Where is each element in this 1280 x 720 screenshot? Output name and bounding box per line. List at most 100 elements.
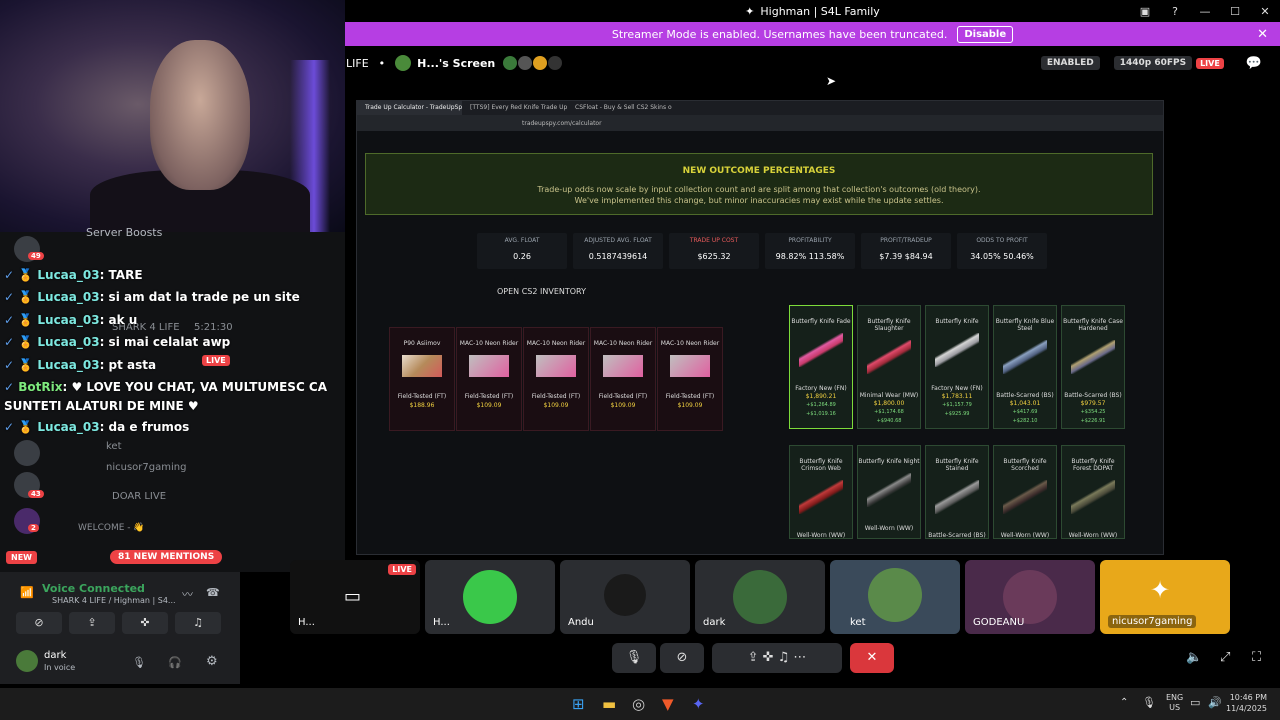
disable-button[interactable]: Disable [957,25,1014,43]
voice-panel: 📶 Voice Connected SHARK 4 LIFE / Highman… [0,572,240,684]
outcome-knife[interactable]: Butterfly Knife Blue Steel Battle-Scarred… [993,305,1057,429]
help-icon[interactable]: ? [1160,5,1190,18]
banner-text: We've implemented this change, but minor… [574,196,944,205]
participant-tile[interactable]: ✦ nicusor7gaming [1100,560,1230,634]
activities-button[interactable]: ✜ [122,612,168,634]
participant-tile[interactable]: ▭ LIVE H... [290,560,420,634]
browser-tab[interactable]: CSFloat - Buy & Sell CS2 Skins on the [567,101,672,115]
window-title: Highman | S4L Family [760,4,880,18]
minimize-button[interactable]: — [1190,5,1220,18]
chat-overlay: Server Boosts 49 SHARK 4 LIFE 5:21:30 LI… [0,226,345,572]
participant-tile[interactable]: GODEANU [965,560,1095,634]
member-ket[interactable]: ket [106,441,122,452]
tray-chevron-icon[interactable]: ⌃ [1120,697,1128,708]
participant-tile[interactable]: dark [695,560,825,634]
mic-icon[interactable]: 🎙 [132,656,146,669]
screen-share-button[interactable]: ⇪ [69,612,115,634]
quality-badge[interactable]: 1440p 60FPS [1113,56,1193,70]
banner-title: NEW OUTCOME PERCENTAGES [682,166,836,176]
participant-avatar [463,570,517,624]
outcome-knife[interactable]: Butterfly Knife Night Well-Worn (WW) [857,445,921,539]
stat-profitability: PROFITABILITY 98.82% 113.58% [765,233,855,269]
browser-tab[interactable]: Trade Up Calculator - TradeUpSpy [357,101,462,115]
outcome-knife[interactable]: Butterfly Knife Scorched Well-Worn (WW) [993,445,1057,539]
chrome-icon[interactable]: ◎ [632,695,645,713]
mic-button[interactable]: 🎙 [612,643,656,673]
separator-dot: • [378,56,386,70]
outcome-knife[interactable]: Butterfly Knife Slaughter Minimal Wear (M… [857,305,921,429]
camera-off-button[interactable]: ⊘ [660,643,704,673]
language-indicator[interactable]: ENG US [1166,693,1183,713]
discord-taskbar-icon[interactable]: ✦ [692,695,705,713]
doar-live-channel[interactable]: DOAR LIVE [112,491,166,502]
participant-avatar [733,570,787,624]
mic-tray-icon[interactable]: 🎙 [1142,696,1156,709]
volume-icon[interactable]: 🔈 [1186,650,1202,665]
input-skin[interactable]: MAC-10 Neon Rider Field-Tested (FT) $109.0… [590,327,656,431]
popout-icon[interactable]: ⤢ [1220,650,1230,665]
new-badge[interactable]: NEW [6,551,37,564]
inbox-icon[interactable]: ▣ [1130,5,1160,18]
server-boosts[interactable]: Server Boosts [86,226,162,239]
close-icon[interactable]: ✕ [1257,27,1268,42]
fullscreen-icon[interactable]: ⛶ [1252,650,1261,665]
close-button[interactable]: ✕ [1250,5,1280,18]
screen-share-button[interactable]: ⇪ ✜ ♫ ⋯ [712,643,842,673]
streamer-banner-text: Streamer Mode is enabled. Usernames have… [611,27,948,41]
clock[interactable]: 10:46 PM 11/4/2025 [1226,692,1267,714]
signal-icon[interactable]: 📶 [20,586,34,599]
stat-adjusted-float: ADJUSTED AVG. FLOAT 0.5187439614 [573,233,663,269]
maximize-button[interactable]: ☐ [1220,5,1250,18]
stat-avg-float: AVG. FLOAT 0.26 [477,233,567,269]
chat-message: ✓ 🏅 Lucaa_03: pt asta [4,358,157,372]
mention-badge: 43 [28,490,44,498]
discord-icon: ✦ [745,4,755,18]
outcome-knife[interactable]: Butterfly Knife Factory New (FN) $1,783.11… [925,305,989,429]
outcome-knife[interactable]: Butterfly Knife Crimson Web Well-Worn (WW… [789,445,853,539]
user-avatar[interactable] [16,650,38,672]
chat-message: ✓ 🏅 Lucaa_03: si am dat la trade pe un s… [4,290,300,304]
webcam-feed [0,0,345,232]
user-avatar [395,55,412,71]
chat-message: ✓ 🏅 Lucaa_03: TARE [4,268,143,282]
network-icon[interactable]: ▭ [1190,696,1200,709]
windows-start-icon[interactable]: ⊞ [572,695,585,713]
brave-icon[interactable]: ▼ [662,695,674,713]
input-skin[interactable]: MAC-10 Neon Rider Field-Tested (FT) $109.0… [657,327,723,431]
volume-tray-icon[interactable]: 🔊 [1208,696,1222,709]
file-explorer-icon[interactable]: ▬ [602,695,616,713]
browser-tab[interactable]: [TTS9] Every Red Knife Trade Up [462,101,567,115]
outcome-knife[interactable]: Butterfly Knife Case Hardened Battle-Scar… [1061,305,1125,429]
participant-tile[interactable]: H... [425,560,555,634]
server-avatar[interactable] [14,440,40,466]
live-badge: LIVE [388,564,416,575]
chat-icon[interactable]: 💬 [1246,56,1262,71]
username: dark [44,650,67,661]
disconnect-icon[interactable]: ☎ [206,586,220,599]
soundboard-button[interactable]: ♫ [175,612,221,634]
open-inventory-button[interactable]: OPEN CS2 INVENTORY [497,287,586,296]
banner-text: Trade-up odds now scale by input collect… [537,185,981,194]
outcome-knife[interactable]: Butterfly Knife Stained Battle-Scarred (B… [925,445,989,539]
leave-call-button[interactable]: ✕ [850,643,894,673]
input-skin[interactable]: MAC-10 Neon Rider Field-Tested (FT) $109.0… [523,327,589,431]
tradeup-stats: AVG. FLOAT 0.26 ADJUSTED AVG. FLOAT 0.5187… [477,233,1047,271]
welcome-category[interactable]: WELCOME - 👋 [78,523,145,533]
member-nicusor[interactable]: nicusor7gaming [106,462,186,473]
chat-message: ✓ 🏅 Lucaa_03: ak u [4,313,138,327]
voice-channel[interactable]: SHARK 4 LIFE / Highman | S4... [52,596,176,605]
channel-label: LIFE [346,56,369,70]
input-skin[interactable]: P90 Asiimov Field-Tested (FT) $188.96 [389,327,455,431]
voice-status[interactable]: Voice Connected [42,582,145,595]
input-skin[interactable]: MAC-10 Neon Rider Field-Tested (FT) $109.0… [456,327,522,431]
camera-button[interactable]: ⊘ [16,612,62,634]
outcome-knife[interactable]: Butterfly Knife Fade Factory New (FN) $1,8… [789,305,853,429]
participant-tile[interactable]: ket [830,560,960,634]
outcome-knife[interactable]: Butterfly Knife Forest DDPAT Well-Worn (W… [1061,445,1125,539]
new-mentions-pill[interactable]: 81 NEW MENTIONS [110,550,223,564]
headphones-icon[interactable]: 🎧 [168,656,182,669]
settings-icon[interactable]: ⚙ [206,654,218,669]
noise-suppression-icon[interactable]: 〰 [182,586,193,602]
participant-tile[interactable]: Andu [560,560,690,634]
url-bar[interactable]: tradeupspy.com/calculator [357,115,1163,131]
